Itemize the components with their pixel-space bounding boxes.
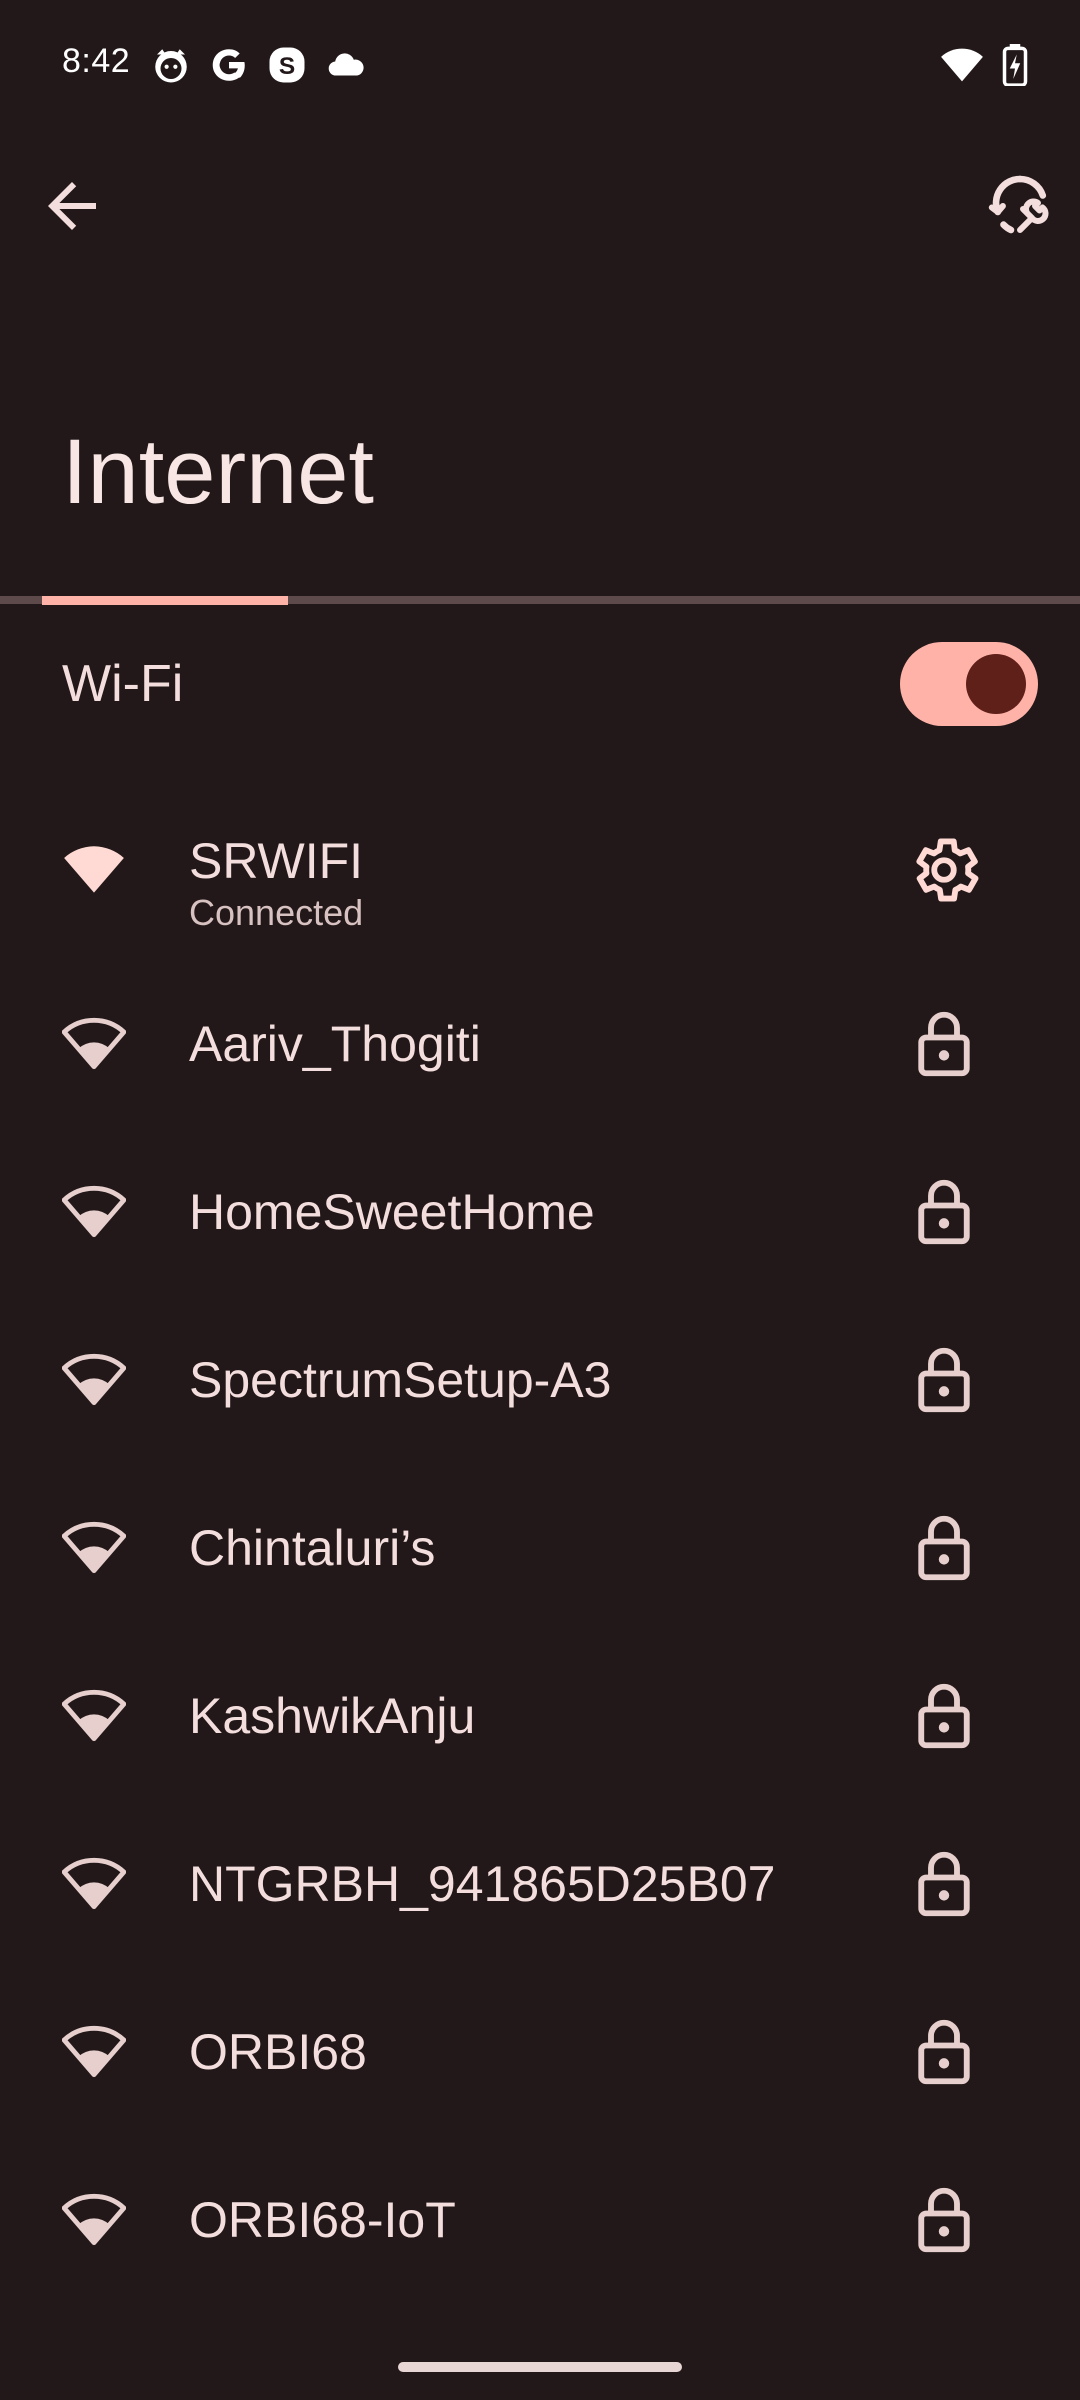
scan-progress-indicator (42, 596, 288, 605)
gear-icon (916, 838, 979, 902)
network-row[interactable]: SpectrumSetup-A3 (0, 1296, 1080, 1464)
network-security (905, 2013, 983, 2091)
lock-icon (918, 1683, 970, 1749)
lock-icon (918, 1347, 970, 1413)
network-settings-button[interactable] (905, 831, 983, 909)
lock-icon (918, 1515, 970, 1581)
top-app-bar (0, 150, 1080, 260)
wifi-signal-icon (940, 45, 984, 90)
wifi-partial-icon (62, 1857, 126, 1910)
cloud-icon (324, 44, 366, 86)
network-security (905, 1677, 983, 1755)
lock-icon (918, 1851, 970, 1917)
lock-icon (918, 2019, 970, 2085)
notification-icons: S (150, 44, 366, 86)
network-security (905, 2181, 983, 2259)
switch-knob (966, 654, 1026, 714)
network-name: NTGRBH_941865D25B07 (189, 1856, 776, 1912)
network-tools-button[interactable] (984, 170, 1056, 242)
wifi-partial-icon (62, 1521, 126, 1574)
wifi-partial-icon (62, 1353, 126, 1406)
network-security (905, 1509, 983, 1587)
google-icon (208, 44, 250, 86)
network-name: ORBI68-IoT (189, 2192, 456, 2248)
network-row[interactable]: KashwikAnju (0, 1632, 1080, 1800)
network-row[interactable]: ORBI68-IoT (0, 2136, 1080, 2304)
wifi-partial-icon (62, 2193, 126, 2246)
network-security (905, 1341, 983, 1419)
page-title: Internet (62, 421, 374, 523)
wifi-toggle-row[interactable]: Wi-Fi (0, 610, 1080, 760)
network-security (905, 1173, 983, 1251)
skype-icon: S (266, 44, 308, 86)
network-row-srwifi[interactable]: SRWIFI Connected (0, 780, 1080, 960)
wifi-toggle-label: Wi-Fi (62, 655, 184, 713)
network-name: HomeSweetHome (189, 1184, 595, 1240)
svg-text:S: S (279, 53, 295, 80)
network-name: Chintaluri’s (189, 1520, 436, 1576)
battery-charging-icon (1002, 44, 1028, 91)
network-row[interactable]: NTGRBH_941865D25B07 (0, 1800, 1080, 1968)
wifi-switch[interactable] (900, 642, 1038, 726)
arrow-back-icon (48, 182, 96, 230)
network-name: KashwikAnju (189, 1688, 476, 1744)
network-status: Connected (189, 892, 364, 933)
system-icons (940, 44, 1028, 91)
lock-icon (918, 1179, 970, 1245)
network-security (905, 1005, 983, 1083)
network-row[interactable]: ORBI68 (0, 1968, 1080, 2136)
back-button[interactable] (36, 170, 108, 242)
network-tools-icon (988, 175, 1049, 234)
network-name: Aariv_Thogiti (189, 1016, 481, 1072)
status-bar: 8:42 S (0, 0, 1080, 130)
lock-icon (918, 2187, 970, 2253)
wifi-partial-icon (62, 1689, 126, 1742)
network-row[interactable]: HomeSweetHome (0, 1128, 1080, 1296)
wifi-full-icon (64, 846, 124, 893)
lock-icon (918, 1011, 970, 1077)
wifi-partial-icon (62, 2025, 126, 2078)
network-security (905, 1845, 983, 1923)
network-name: ORBI68 (189, 2024, 367, 2080)
status-time: 8:42 (62, 42, 131, 80)
gesture-nav-handle[interactable] (398, 2362, 682, 2372)
cat-app-icon (150, 44, 192, 86)
network-name: SRWIFI (189, 833, 364, 889)
wifi-partial-icon (62, 1185, 126, 1238)
network-row[interactable]: Aariv_Thogiti (0, 960, 1080, 1128)
network-row[interactable]: Chintaluri’s (0, 1464, 1080, 1632)
wifi-partial-icon (62, 1017, 126, 1070)
network-name: SpectrumSetup-A3 (189, 1352, 612, 1408)
